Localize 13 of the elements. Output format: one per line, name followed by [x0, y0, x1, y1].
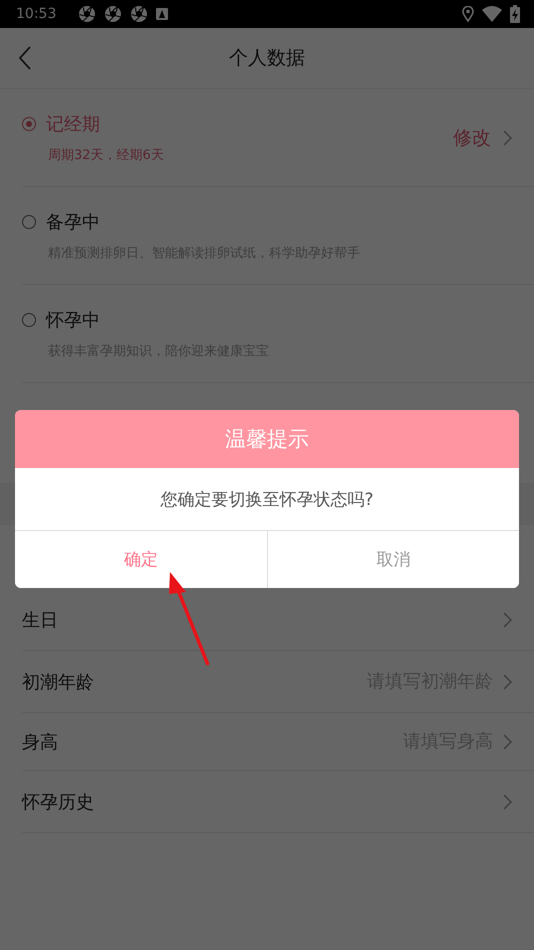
edit-link[interactable]: 修改 — [453, 124, 491, 150]
page-title: 个人数据 — [229, 46, 305, 71]
field-label: 身高 — [22, 730, 58, 754]
dialog-title: 温馨提示 — [15, 410, 519, 468]
cancel-button[interactable]: 取消 — [266, 531, 519, 588]
field-label: 怀孕历史 — [22, 790, 94, 814]
mode-label: 怀孕中 — [46, 308, 100, 332]
status-time: 10:53 — [16, 6, 56, 22]
field-label: 初潮年龄 — [22, 670, 94, 694]
mode-label: 备孕中 — [46, 210, 100, 234]
field-label: 生日 — [22, 608, 58, 632]
mode-label: 记经期 — [46, 112, 100, 136]
mode-description: 周期32天，经期6天 — [47, 146, 165, 164]
